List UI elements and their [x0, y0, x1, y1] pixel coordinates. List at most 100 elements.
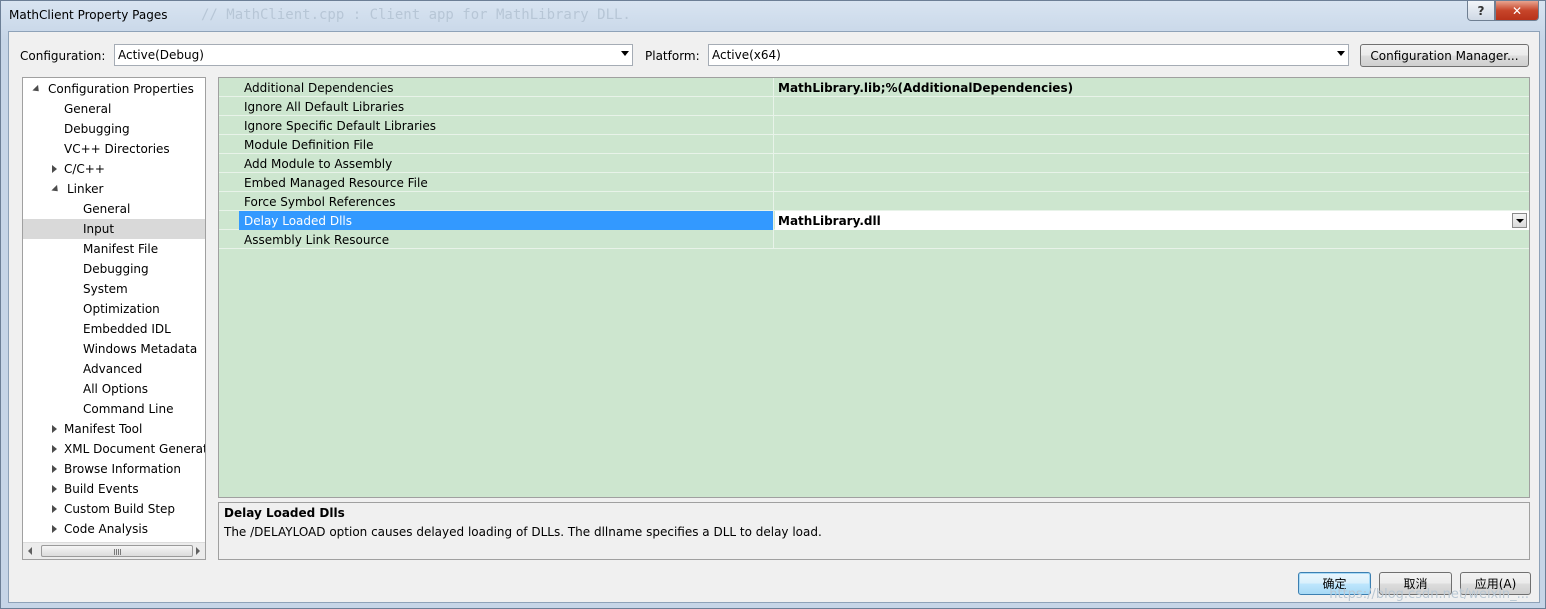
- configuration-manager-button[interactable]: Configuration Manager...: [1360, 44, 1529, 67]
- configuration-value: Active(Debug): [118, 48, 204, 62]
- tree-item[interactable]: Manifest File: [23, 239, 205, 259]
- tree-item[interactable]: System: [23, 279, 205, 299]
- help-button[interactable]: ?: [1467, 1, 1495, 21]
- property-name[interactable]: Force Symbol References: [239, 192, 774, 211]
- tree-item[interactable]: All Options: [23, 379, 205, 399]
- expand-arrow-icon[interactable]: [52, 505, 57, 513]
- scroll-left-icon[interactable]: [28, 547, 32, 555]
- tree-item-label: Windows Metadata: [83, 342, 198, 356]
- property-name[interactable]: Ignore Specific Default Libraries: [239, 116, 774, 135]
- property-name[interactable]: Additional Dependencies: [239, 78, 774, 97]
- platform-value: Active(x64): [712, 48, 781, 62]
- tree-item[interactable]: General: [23, 199, 205, 219]
- expand-arrow-icon[interactable]: [52, 425, 57, 433]
- property-value[interactable]: MathLibrary.dll: [775, 211, 1529, 230]
- tree-item-label: C/C++: [64, 162, 105, 176]
- close-button[interactable]: ✕: [1495, 1, 1539, 21]
- tree-item[interactable]: Embedded IDL: [23, 319, 205, 339]
- tree-item[interactable]: General: [23, 99, 205, 119]
- property-row[interactable]: Assembly Link Resource: [219, 230, 1529, 249]
- row-gutter: [219, 211, 239, 230]
- property-value[interactable]: [775, 192, 1529, 211]
- expand-arrow-icon[interactable]: [52, 485, 57, 493]
- scroll-thumb[interactable]: [41, 545, 193, 557]
- tree-item[interactable]: Debugging: [23, 119, 205, 139]
- property-name[interactable]: Ignore All Default Libraries: [239, 97, 774, 116]
- tree-item[interactable]: C/C++: [23, 159, 205, 179]
- tree-item-label: Debugging: [83, 262, 149, 276]
- tree-item[interactable]: XML Document Generat: [23, 439, 205, 459]
- tree-item[interactable]: Configuration Properties: [23, 79, 205, 99]
- property-row[interactable]: Delay Loaded Dlls MathLibrary.dll: [219, 211, 1529, 230]
- property-value[interactable]: [775, 154, 1529, 173]
- tree-item-label: General: [83, 202, 131, 216]
- tree-item-label: Custom Build Step: [64, 502, 176, 516]
- property-pages-window: MathClient Property Pages // MathClient.…: [0, 0, 1546, 609]
- property-row[interactable]: Ignore All Default Libraries: [219, 97, 1529, 116]
- tree-item[interactable]: Linker: [23, 179, 205, 199]
- row-gutter: [219, 154, 239, 173]
- tree-item[interactable]: Browse Information: [23, 459, 205, 479]
- tree-item-label: System: [83, 282, 128, 296]
- property-name[interactable]: Assembly Link Resource: [239, 230, 774, 249]
- category-tree[interactable]: Configuration Properties General Debugging…: [22, 77, 206, 560]
- tree-item[interactable]: Windows Metadata: [23, 339, 205, 359]
- description-title: Delay Loaded Dlls: [224, 506, 345, 520]
- property-row[interactable]: Module Definition File: [219, 135, 1529, 154]
- property-value[interactable]: [775, 230, 1529, 249]
- tree-item[interactable]: Build Events: [23, 479, 205, 499]
- expand-arrow-icon[interactable]: [52, 525, 57, 533]
- tree-item-label: Linker: [67, 182, 104, 196]
- property-grid[interactable]: Additional Dependencies MathLibrary.lib;%…: [218, 77, 1530, 498]
- tree-item[interactable]: Manifest Tool: [23, 419, 205, 439]
- property-value[interactable]: [775, 173, 1529, 192]
- property-row[interactable]: Additional Dependencies MathLibrary.lib;%…: [219, 78, 1529, 97]
- row-gutter: [219, 97, 239, 116]
- property-name[interactable]: Delay Loaded Dlls: [239, 211, 774, 230]
- scroll-right-icon[interactable]: [196, 547, 200, 555]
- property-value[interactable]: [775, 135, 1529, 154]
- tree-item[interactable]: Debugging: [23, 259, 205, 279]
- property-value[interactable]: [775, 97, 1529, 116]
- platform-label: Platform:: [645, 49, 700, 63]
- property-row[interactable]: Embed Managed Resource File: [219, 173, 1529, 192]
- title-bar[interactable]: MathClient Property Pages // MathClient.…: [1, 1, 1545, 31]
- expand-arrow-icon[interactable]: [52, 445, 57, 453]
- expand-arrow-icon[interactable]: [52, 165, 57, 173]
- tree-item-label: Manifest Tool: [64, 422, 143, 436]
- collapse-arrow-icon[interactable]: [32, 84, 42, 94]
- configuration-combo[interactable]: Active(Debug): [114, 44, 633, 66]
- property-name[interactable]: Module Definition File: [239, 135, 774, 154]
- tree-item[interactable]: VC++ Directories: [23, 139, 205, 159]
- tree-item[interactable]: Code Analysis: [23, 519, 205, 539]
- tree-item-label: Build Events: [64, 482, 139, 496]
- property-row[interactable]: Force Symbol References: [219, 192, 1529, 211]
- tree-item[interactable]: Optimization: [23, 299, 205, 319]
- property-value[interactable]: MathLibrary.lib;%(AdditionalDependencies…: [775, 78, 1529, 97]
- watermark: https://blog.csdn.net/weixin_...: [1329, 587, 1529, 602]
- property-value-text: MathLibrary.lib;%(AdditionalDependencies…: [778, 80, 1074, 95]
- tree-item[interactable]: Command Line: [23, 399, 205, 419]
- description-panel: Delay Loaded Dlls The /DELAYLOAD option …: [218, 502, 1530, 560]
- property-row[interactable]: Add Module to Assembly: [219, 154, 1529, 173]
- property-value-text: MathLibrary.dll: [778, 213, 881, 228]
- row-gutter: [219, 230, 239, 249]
- value-dropdown-button[interactable]: [1512, 213, 1527, 228]
- tree-item-label: Code Analysis: [64, 522, 148, 536]
- property-name[interactable]: Embed Managed Resource File: [239, 173, 774, 192]
- tree-item-label: Embedded IDL: [83, 322, 171, 336]
- tree-item[interactable]: Advanced: [23, 359, 205, 379]
- description-text: The /DELAYLOAD option causes delayed loa…: [224, 525, 822, 539]
- tree-item-label: General: [64, 102, 112, 116]
- expand-arrow-icon[interactable]: [52, 465, 57, 473]
- tree-item[interactable]: Custom Build Step: [23, 499, 205, 519]
- property-name[interactable]: Add Module to Assembly: [239, 154, 774, 173]
- tree-horizontal-scrollbar[interactable]: [23, 542, 205, 559]
- property-row[interactable]: Ignore Specific Default Libraries: [219, 116, 1529, 135]
- tree-item[interactable]: Input: [23, 219, 205, 239]
- platform-combo[interactable]: Active(x64): [708, 44, 1349, 66]
- property-value[interactable]: [775, 116, 1529, 135]
- tree-item-label: VC++ Directories: [64, 142, 170, 156]
- collapse-arrow-icon[interactable]: [51, 184, 61, 194]
- configuration-label: Configuration:: [20, 49, 106, 63]
